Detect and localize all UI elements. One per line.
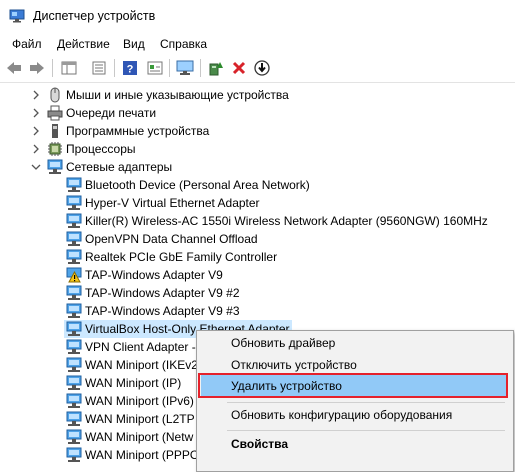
context-menu: Обновить драйвер Отключить устройство Уд…: [196, 330, 514, 472]
network-adapter-icon: [66, 177, 82, 193]
context-menu-update-driver[interactable]: Обновить драйвер: [201, 332, 507, 354]
tree-category-print-queues[interactable]: Очереди печати: [0, 104, 515, 122]
context-menu-label: Обновить конфигурацию оборудования: [231, 408, 453, 422]
toolbar: ?: [0, 54, 515, 83]
tree-category-software-devices[interactable]: Программные устройства: [0, 122, 515, 140]
device-manager-icon: [9, 9, 25, 23]
show-hidden-icon[interactable]: [145, 58, 165, 78]
monitor-icon[interactable]: [175, 58, 195, 78]
toolbar-separator: [52, 59, 53, 77]
menu-separator: [227, 430, 505, 431]
menu-view[interactable]: Вид: [123, 37, 145, 51]
tree-device-item[interactable]: TAP-Windows Adapter V9 #3: [0, 302, 515, 320]
tree-device-label: WAN Miniport (IPv6): [85, 394, 194, 408]
tree-device-label: VPN Client Adapter -: [85, 340, 196, 354]
context-menu-properties[interactable]: Свойства: [201, 433, 507, 455]
network-adapter-icon: [66, 393, 82, 409]
tree-category-label: Процессоры: [66, 142, 136, 156]
chevron-right-icon[interactable]: [30, 89, 42, 101]
tree-device-label: WAN Miniport (Netw: [85, 430, 194, 444]
menu-bar: Файл Действие Вид Справка: [0, 34, 515, 54]
processor-icon: [47, 141, 63, 157]
download-icon[interactable]: [252, 58, 272, 78]
tree-device-item[interactable]: OpenVPN Data Channel Offload: [0, 230, 515, 248]
toolbar-separator: [169, 59, 170, 77]
help-icon[interactable]: ?: [120, 58, 140, 78]
list-icon[interactable]: [89, 58, 109, 78]
network-adapter-icon: [66, 303, 82, 319]
tree-device-item[interactable]: TAP-Windows Adapter V9 #2: [0, 284, 515, 302]
tree-category-mice[interactable]: Мыши и иные указывающие устройства: [0, 86, 515, 104]
menu-action[interactable]: Действие: [57, 37, 110, 51]
context-menu-label: Свойства: [231, 437, 289, 451]
network-adapter-icon: [66, 357, 82, 373]
properties-pane-icon[interactable]: [59, 58, 79, 78]
network-adapter-icon: [66, 213, 82, 229]
chevron-down-icon[interactable]: [30, 161, 42, 173]
toolbar-separator: [114, 59, 115, 77]
network-adapter-icon: [66, 339, 82, 355]
tree-device-label: WAN Miniport (L2TP: [85, 412, 195, 426]
toolbar-separator: [200, 59, 201, 77]
tree-category-label: Программные устройства: [66, 124, 210, 138]
tree-device-label: Bluetooth Device (Personal Area Network): [85, 178, 310, 192]
tree-category-label: Сетевые адаптеры: [66, 160, 173, 174]
window-title: Диспетчер устройств: [33, 9, 156, 23]
network-adapter-icon: [47, 159, 63, 175]
back-icon[interactable]: [4, 58, 24, 78]
tree-device-label: TAP-Windows Adapter V9: [85, 268, 223, 282]
network-adapter-icon: [66, 249, 82, 265]
tree-device-item[interactable]: Killer(R) Wireless-AC 1550i Wireless Net…: [0, 212, 515, 230]
tree-device-label: TAP-Windows Adapter V9 #3: [85, 304, 240, 318]
mouse-icon: [47, 87, 63, 103]
tree-device-label: Realtek PCIe GbE Family Controller: [85, 250, 278, 264]
update-driver-icon[interactable]: [206, 58, 226, 78]
context-menu-label: Отключить устройство: [231, 358, 357, 372]
chevron-right-icon[interactable]: [30, 125, 42, 137]
menu-help[interactable]: Справка: [160, 37, 207, 51]
tree-device-item[interactable]: Bluetooth Device (Personal Area Network): [0, 176, 515, 194]
tree-device-label: Killer(R) Wireless-AC 1550i Wireless Net…: [85, 214, 488, 228]
context-menu-scan-hardware[interactable]: Обновить конфигурацию оборудования: [201, 404, 507, 426]
network-adapter-icon: [66, 195, 82, 211]
network-adapter-icon: [66, 285, 82, 301]
tree-device-item[interactable]: Hyper-V Virtual Ethernet Adapter: [0, 194, 515, 212]
network-adapter-icon: [66, 447, 82, 463]
tree-device-label: TAP-Windows Adapter V9 #2: [85, 286, 240, 300]
chevron-right-icon[interactable]: [30, 107, 42, 119]
delete-icon[interactable]: [229, 58, 249, 78]
network-adapter-icon: [66, 429, 82, 445]
menu-separator: [227, 402, 505, 403]
tree-device-item[interactable]: Realtek PCIe GbE Family Controller: [0, 248, 515, 266]
tree-device-label: WAN Miniport (IP): [85, 376, 182, 390]
title-bar: Диспетчер устройств: [0, 0, 515, 34]
software-device-icon: [47, 123, 63, 139]
network-adapter-icon: [66, 231, 82, 247]
svg-text:?: ?: [127, 64, 134, 76]
printer-icon: [47, 105, 63, 121]
context-menu-label: Обновить драйвер: [231, 336, 336, 350]
warning-icon: [66, 267, 82, 283]
menu-file[interactable]: Файл: [12, 37, 42, 51]
network-adapter-icon: [66, 411, 82, 427]
tree-device-item[interactable]: TAP-Windows Adapter V9: [0, 266, 515, 284]
network-adapter-icon: [66, 321, 82, 337]
tree-category-network-adapters[interactable]: Сетевые адаптеры: [0, 158, 515, 176]
tree-category-processors[interactable]: Процессоры: [0, 140, 515, 158]
forward-icon[interactable]: [27, 58, 47, 78]
network-adapter-icon: [66, 375, 82, 391]
tree-category-label: Очереди печати: [66, 106, 157, 120]
tree-category-label: Мыши и иные указывающие устройства: [66, 88, 289, 102]
chevron-right-icon[interactable]: [30, 143, 42, 155]
tree-device-label: WAN Miniport (PPPO: [85, 448, 200, 462]
tree-device-label: OpenVPN Data Channel Offload: [85, 232, 258, 246]
tree-device-label: WAN Miniport (IKEv2: [85, 358, 198, 372]
tree-device-label: Hyper-V Virtual Ethernet Adapter: [85, 196, 260, 210]
highlight-outline: [198, 373, 508, 398]
